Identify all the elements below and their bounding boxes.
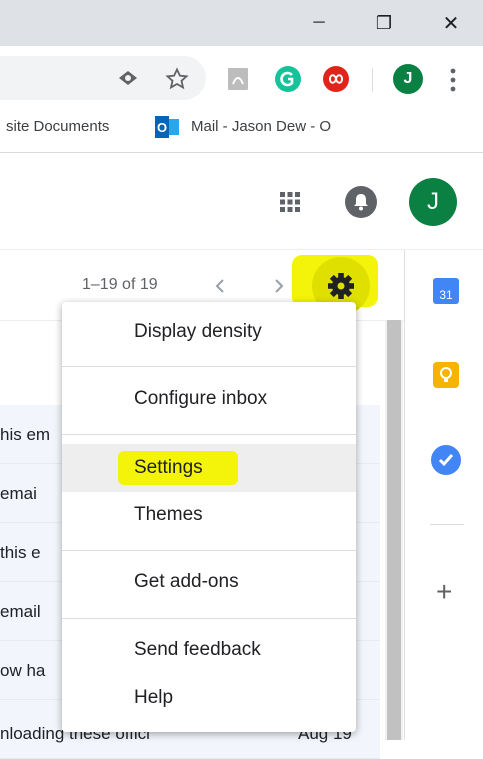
menu-divider — [62, 550, 356, 551]
email-snippet: email — [0, 602, 41, 621]
menu-item-label: Get add-ons — [134, 571, 239, 592]
account-avatar-letter: J — [427, 188, 439, 215]
acrobat-extension-icon[interactable] — [323, 66, 349, 92]
email-snippet: his em — [0, 425, 51, 444]
settings-label-wrap: Settings — [118, 451, 238, 485]
calendar-icon[interactable]: 31 — [433, 278, 459, 304]
keep-icon[interactable] — [433, 362, 459, 388]
minimize-button[interactable]: ─ — [296, 0, 342, 46]
email-snippet: emai — [0, 484, 37, 503]
add-addon-icon[interactable]: + — [436, 578, 452, 606]
menu-item-label: Settings — [134, 457, 203, 478]
menu-item-label: Themes — [134, 504, 203, 525]
close-icon: ✕ — [442, 12, 460, 35]
scrollbar-thumb[interactable] — [387, 320, 401, 740]
toolbar-separator — [372, 68, 373, 92]
menu-item-send-feedback[interactable]: Send feedback — [62, 628, 356, 672]
side-panel — [404, 250, 483, 740]
bell-icon — [354, 194, 368, 211]
minimize-icon: ─ — [313, 14, 325, 31]
menu-item-get-add-ons[interactable]: Get add-ons — [62, 560, 356, 604]
menu-item-label: Display density — [134, 321, 262, 342]
bookmark-mail[interactable]: Mail - Jason Dew - O — [191, 118, 361, 135]
browser-menu-icon[interactable] — [448, 67, 458, 93]
email-snippet: ow ha — [0, 661, 46, 680]
calendar-day: 31 — [439, 288, 453, 302]
settings-menu: Display density Configure inbox Settings… — [62, 302, 356, 732]
menu-item-settings[interactable]: Settings — [62, 444, 356, 492]
outlook-icon: O — [155, 116, 179, 138]
account-avatar[interactable]: J — [409, 178, 457, 226]
email-snippet: this e — [0, 543, 41, 562]
restore-icon: ❐ — [375, 12, 393, 33]
scrollbar-track[interactable] — [385, 320, 403, 740]
notifications-button[interactable] — [345, 186, 377, 218]
menu-item-themes[interactable]: Themes — [62, 493, 356, 537]
menu-item-help[interactable]: Help — [62, 676, 356, 720]
pagination-range: 1–19 of 19 — [82, 276, 158, 293]
menu-item-label: Help — [134, 687, 174, 708]
menu-divider — [62, 618, 356, 619]
tracking-protection-icon[interactable] — [117, 69, 139, 87]
outlook-icon-letter: O — [155, 116, 169, 138]
menu-item-configure-inbox[interactable]: Configure inbox — [62, 377, 356, 421]
side-panel-divider — [430, 524, 464, 525]
chevron-right-icon[interactable] — [272, 277, 286, 295]
profile-avatar[interactable]: J — [393, 64, 423, 94]
apps-grid-icon[interactable] — [278, 190, 302, 214]
restore-button[interactable]: ❐ — [361, 0, 407, 46]
menu-divider — [62, 366, 356, 367]
tasks-icon[interactable] — [431, 445, 461, 475]
menu-item-display-density[interactable]: Display density — [62, 310, 356, 354]
bookmark-star-icon[interactable] — [165, 67, 189, 91]
profile-avatar-letter: J — [403, 70, 413, 87]
bookmark-site-documents[interactable]: site Documents — [6, 118, 109, 135]
grammarly-extension-icon[interactable] — [275, 66, 301, 92]
chevron-left-icon[interactable] — [213, 277, 227, 295]
menu-item-label: Configure inbox — [134, 388, 268, 409]
close-window-button[interactable]: ✕ — [428, 0, 474, 46]
window-title-bar: ─ ❐ ✕ — [0, 0, 483, 46]
pdf-extension-icon[interactable] — [226, 66, 250, 92]
menu-item-label: Send feedback — [134, 639, 261, 660]
menu-divider — [62, 434, 356, 435]
